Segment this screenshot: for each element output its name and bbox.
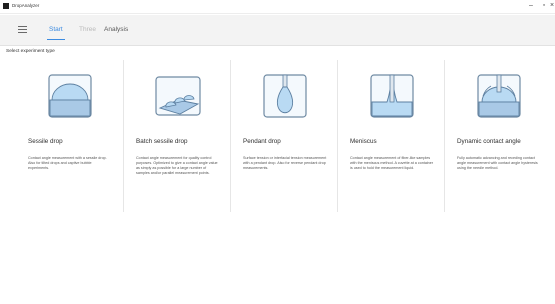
batch-sessile-drop-icon (124, 74, 231, 124)
sessile-drop-icon (16, 74, 123, 124)
card-description: Fully automatic advancing and receding c… (457, 156, 538, 170)
card-title: Sessile drop (28, 138, 63, 145)
title-bar: DropAnalyzer – ▫ × (0, 0, 555, 14)
tab-three[interactable]: Three (79, 25, 96, 35)
tab-start[interactable]: Start (47, 25, 65, 40)
app-icon (3, 3, 9, 9)
close-button[interactable]: × (549, 1, 555, 11)
card-title: Dynamic contact angle (457, 138, 521, 145)
card-description: Contact angle measurement with a sessile… (28, 156, 107, 170)
section-heading: Select experiment type (6, 49, 55, 54)
experiment-card-batch-sessile-drop[interactable]: Batch sessile drop Contact angle measure… (123, 60, 231, 212)
card-description: Surface tension or interfacial tension m… (243, 156, 327, 170)
experiment-card-sessile-drop[interactable]: Sessile drop Contact angle measurement w… (16, 60, 123, 212)
meniscus-icon (338, 74, 445, 124)
window-title: DropAnalyzer (12, 3, 40, 8)
card-title: Meniscus (350, 138, 377, 145)
hamburger-icon[interactable] (18, 26, 27, 33)
experiment-card-pendant-drop[interactable]: Pendant drop Surface tension or interfac… (230, 60, 338, 212)
pendant-drop-icon (231, 74, 338, 124)
experiment-card-dynamic-contact-angle[interactable]: Dynamic contact angle Fully automatic ad… (444, 60, 552, 212)
card-title: Batch sessile drop (136, 138, 188, 145)
minimize-button[interactable]: – (526, 1, 536, 11)
dynamic-contact-angle-icon (445, 74, 552, 124)
card-description: Contact angle measurement of fiber-like … (350, 156, 434, 170)
tab-analysis[interactable]: Analysis (104, 25, 128, 35)
card-title: Pendant drop (243, 138, 281, 145)
maximize-button[interactable]: ▫ (539, 1, 549, 11)
navigation-bar: Start Three Analysis (0, 15, 555, 46)
experiment-card-meniscus[interactable]: Meniscus Contact angle measurement of fi… (337, 60, 445, 212)
card-description: Contact angle measurement for quality co… (136, 156, 218, 175)
